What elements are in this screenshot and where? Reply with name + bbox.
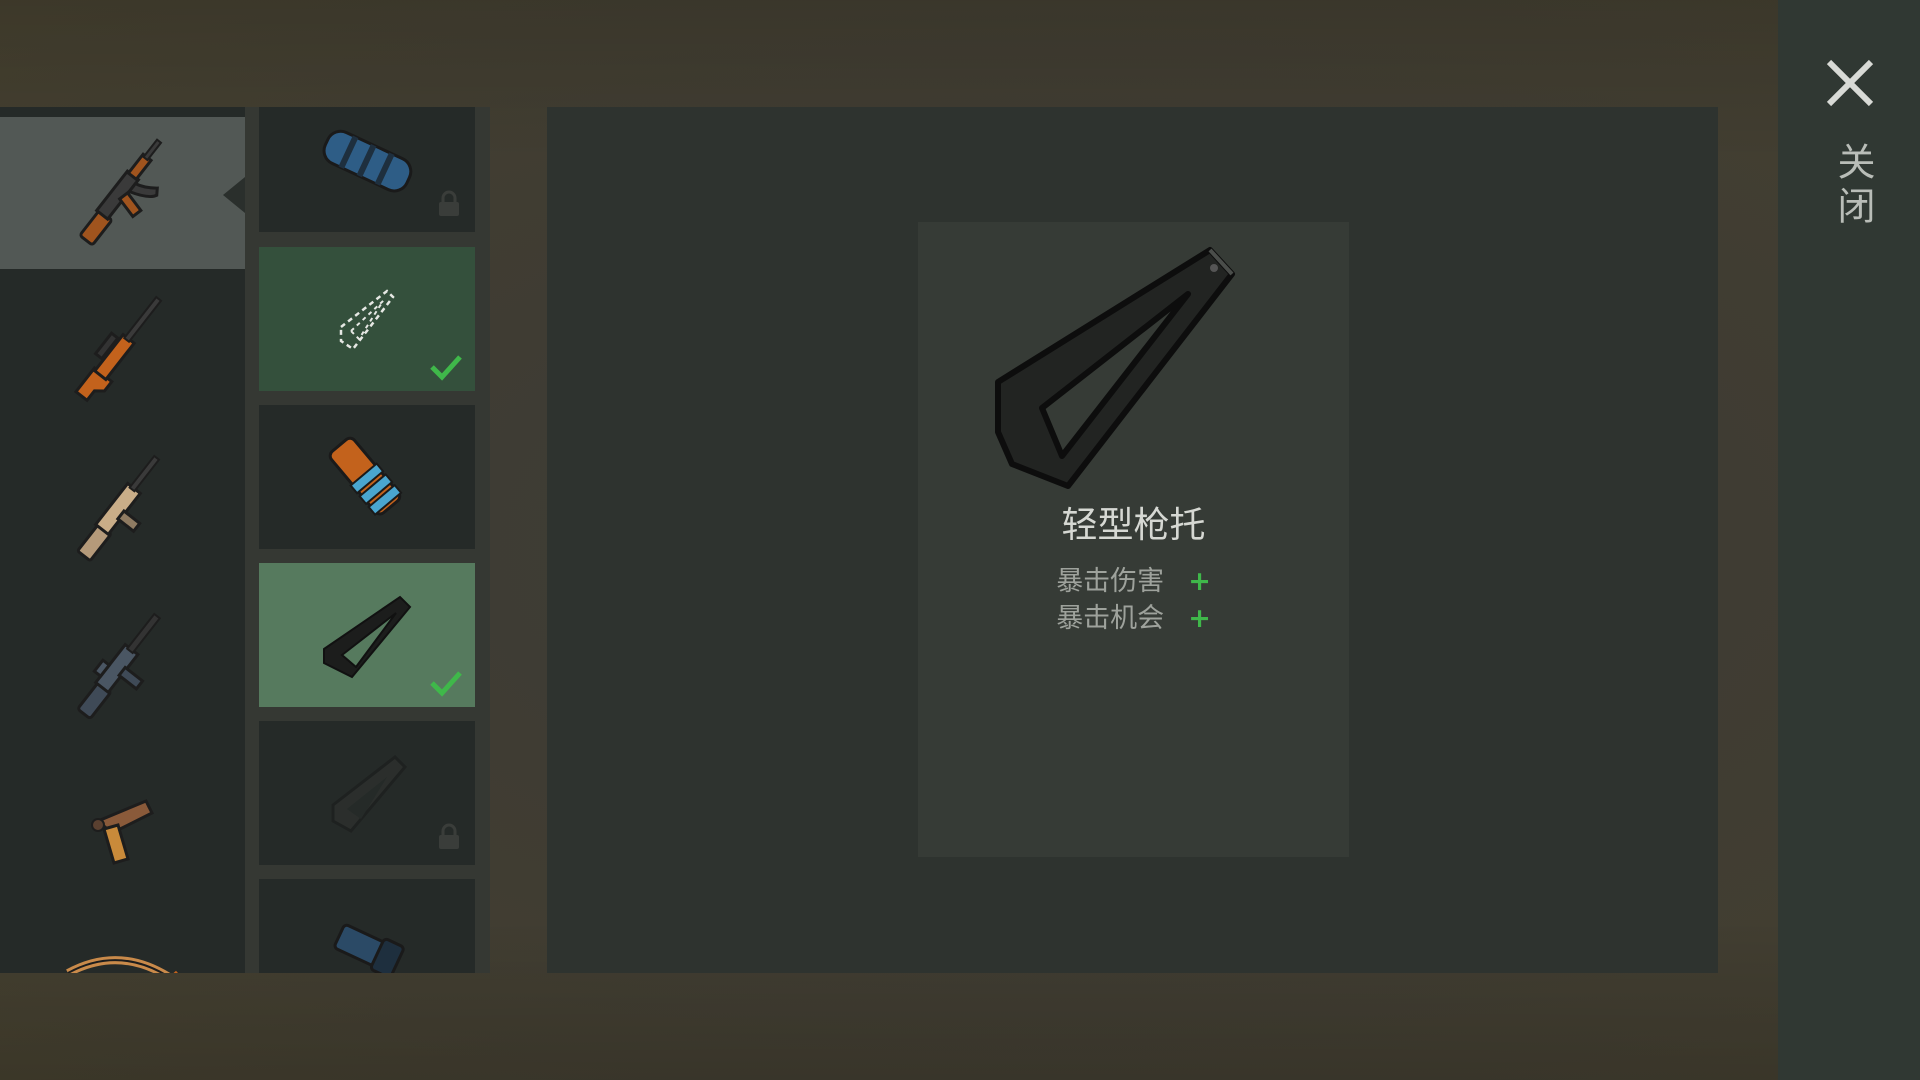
attachment-item-wrapped-grip[interactable] bbox=[259, 405, 475, 549]
item-title: 轻型枪托 bbox=[1061, 505, 1206, 546]
selection-arrow bbox=[223, 177, 245, 213]
stat-row-crit-damage: 暴击伤害 + bbox=[918, 559, 1349, 598]
tactical-stock-icon bbox=[331, 755, 408, 833]
close-label: 关闭 bbox=[1831, 142, 1875, 230]
light-stock-icon bbox=[995, 247, 1235, 489]
attachment-item-tactical-stock[interactable] bbox=[259, 721, 475, 865]
weapon-item-sniper[interactable] bbox=[0, 275, 245, 427]
attachment-item-light-stock[interactable] bbox=[259, 563, 475, 707]
weapon-item-ak[interactable] bbox=[0, 117, 245, 269]
check-icon bbox=[430, 671, 462, 697]
stat-bonus: + bbox=[1188, 566, 1211, 597]
attachment-item-empty-stock[interactable] bbox=[259, 247, 475, 391]
stat-label: 暴击机会 bbox=[1056, 603, 1165, 634]
suppressor-icon bbox=[322, 129, 413, 192]
close-icon bbox=[1826, 59, 1874, 107]
scope-icon bbox=[333, 923, 405, 973]
m16-rifle-icon bbox=[76, 612, 161, 720]
close-button[interactable]: 关闭 bbox=[1812, 50, 1888, 230]
weapon-item-scar[interactable] bbox=[0, 433, 245, 585]
stat-row-crit-chance: 暴击机会 + bbox=[918, 596, 1349, 635]
check-icon bbox=[430, 355, 462, 381]
weapon-item-flare-pistol[interactable] bbox=[0, 749, 245, 901]
weapon-item-crossbow[interactable] bbox=[0, 907, 245, 973]
weapon-list bbox=[0, 107, 245, 973]
stat-label: 暴击伤害 bbox=[1056, 566, 1165, 597]
lock-icon bbox=[439, 190, 459, 216]
lock-icon bbox=[439, 823, 459, 849]
attachment-list bbox=[245, 107, 490, 973]
stat-bonus: + bbox=[1188, 603, 1211, 634]
light-stock-icon bbox=[323, 595, 412, 679]
sniper-rifle-icon bbox=[73, 295, 162, 403]
attachment-detail-card: 轻型枪托 暴击伤害 + 暴击机会 + bbox=[918, 222, 1349, 857]
attachment-item-scope[interactable] bbox=[259, 879, 475, 973]
wrapped-grip-icon bbox=[328, 436, 403, 517]
crossbow-icon bbox=[65, 956, 178, 973]
scar-rifle-icon bbox=[76, 454, 160, 562]
flare-pistol-icon bbox=[90, 799, 154, 865]
empty-stock-slot-icon bbox=[339, 289, 395, 351]
weapon-item-m16[interactable] bbox=[0, 591, 245, 743]
attachment-item-suppressor[interactable] bbox=[259, 107, 475, 232]
ak-rifle-icon bbox=[78, 138, 162, 246]
